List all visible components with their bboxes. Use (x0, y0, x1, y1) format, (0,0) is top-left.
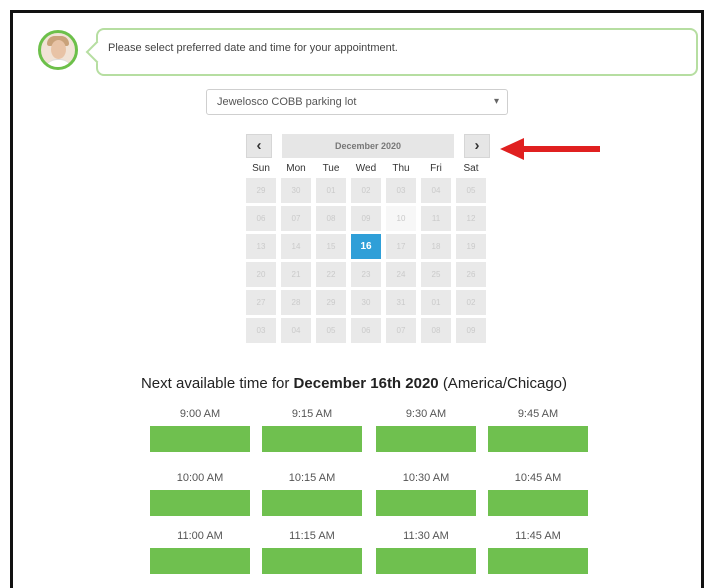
time-slot-label: 9:00 AM (179, 408, 221, 420)
calendar-day[interactable]: 01 (316, 178, 346, 203)
calendar-day[interactable]: 22 (316, 262, 346, 287)
calendar-grid: 29 30 01 02 03 04 05 06 07 08 09 10 11 12 13 14 15 16 17 18… (246, 178, 490, 346)
calendar-day[interactable]: 07 (386, 318, 416, 343)
calendar-day[interactable]: 29 (316, 290, 346, 315)
time-slot-label: 11:45 AM (515, 530, 561, 542)
calendar-day[interactable]: 27 (246, 290, 276, 315)
calendar-day[interactable]: 05 (316, 318, 346, 343)
calendar-day[interactable]: 21 (281, 262, 311, 287)
calendar-day[interactable]: 15 (316, 234, 346, 259)
message-text: Please select preferred date and time fo… (108, 42, 398, 54)
calendar-day[interactable]: 30 (351, 290, 381, 315)
calendar-day[interactable]: 11 (421, 206, 451, 231)
location-select-value: Jewelosco COBB parking lot (217, 96, 357, 108)
calendar-day[interactable]: 06 (351, 318, 381, 343)
calendar-day[interactable]: 12 (456, 206, 486, 231)
calendar-day[interactable]: 05 (456, 178, 486, 203)
time-slot-button[interactable] (150, 490, 250, 516)
time-slot-label: 9:30 AM (405, 408, 447, 420)
calendar-day-selected[interactable]: 16 (351, 234, 381, 259)
calendar-day[interactable]: 28 (281, 290, 311, 315)
time-slot-label: 10:15 AM (288, 472, 336, 484)
red-arrow-annotation (500, 138, 600, 160)
time-slot-button[interactable] (488, 490, 588, 516)
availability-timezone: (America/Chicago) (442, 375, 568, 392)
time-slot-label: 10:30 AM (402, 472, 450, 484)
message-bubble: Please select preferred date and time fo… (96, 28, 698, 76)
availability-date: December 16th 2020 (293, 375, 439, 392)
calendar-day[interactable]: 07 (281, 206, 311, 231)
calendar-day[interactable]: 30 (281, 178, 311, 203)
calendar-day[interactable]: 29 (246, 178, 276, 203)
weekday-label: Sun (252, 163, 270, 174)
weekday-label: Mon (286, 163, 306, 174)
weekday-label: Wed (355, 163, 377, 174)
calendar-prev-button[interactable]: ‹ (246, 134, 272, 158)
calendar-day[interactable]: 02 (351, 178, 381, 203)
time-slot-button[interactable] (376, 548, 476, 574)
time-slot-label: 11:00 AM (177, 530, 223, 542)
calendar-day[interactable]: 23 (351, 262, 381, 287)
weekday-label: Thu (392, 163, 410, 174)
calendar-day[interactable]: 04 (421, 178, 451, 203)
time-slot-label: 11:15 AM (289, 530, 335, 542)
calendar-day[interactable]: 13 (246, 234, 276, 259)
time-slot-label: 9:15 AM (291, 408, 333, 420)
time-slot-button[interactable] (488, 426, 588, 452)
weekday-label: Tue (322, 163, 340, 174)
calendar-day[interactable]: 19 (456, 234, 486, 259)
time-slot-label: 10:45 AM (514, 472, 562, 484)
time-slot-button[interactable] (150, 426, 250, 452)
calendar-day[interactable]: 03 (386, 178, 416, 203)
calendar-day[interactable]: 24 (386, 262, 416, 287)
calendar-day[interactable]: 18 (421, 234, 451, 259)
time-slot-label: 9:45 AM (517, 408, 559, 420)
chevron-down-icon: ▾ (493, 96, 499, 107)
time-slot-button[interactable] (488, 548, 588, 574)
calendar-day[interactable]: 01 (421, 290, 451, 315)
calendar-day[interactable]: 03 (246, 318, 276, 343)
location-select[interactable]: Jewelosco COBB parking lot ▾ (206, 89, 508, 115)
calendar-day[interactable]: 08 (316, 206, 346, 231)
time-slot-button[interactable] (376, 426, 476, 452)
time-slot-button[interactable] (376, 490, 476, 516)
calendar-day[interactable]: 06 (246, 206, 276, 231)
calendar-day[interactable]: 09 (351, 206, 381, 231)
calendar-day[interactable]: 09 (456, 318, 486, 343)
weekday-label: Sat (463, 163, 479, 174)
time-slot-label: 10:00 AM (176, 472, 224, 484)
calendar-day[interactable]: 14 (281, 234, 311, 259)
calendar-day[interactable]: 25 (421, 262, 451, 287)
calendar-day[interactable]: 04 (281, 318, 311, 343)
availability-prefix: Next available time for (140, 375, 294, 392)
availability-heading: Next available time for December 16th 20… (0, 375, 708, 392)
agent-avatar (38, 30, 78, 70)
time-slot-button[interactable] (262, 548, 362, 574)
calendar-day[interactable]: 02 (456, 290, 486, 315)
calendar-next-button[interactable]: › (464, 134, 490, 158)
calendar-day[interactable]: 17 (386, 234, 416, 259)
calendar-day[interactable]: 08 (421, 318, 451, 343)
time-slot-button[interactable] (262, 490, 362, 516)
calendar-month-label: December 2020 (282, 134, 454, 158)
time-slot-button[interactable] (150, 548, 250, 574)
calendar-day[interactable]: 10 (386, 206, 416, 231)
calendar-day[interactable]: 20 (246, 262, 276, 287)
time-slot-button[interactable] (262, 426, 362, 452)
time-slot-label: 11:30 AM (403, 530, 449, 542)
calendar-day[interactable]: 31 (386, 290, 416, 315)
weekday-label: Fri (430, 163, 442, 174)
calendar-day[interactable]: 26 (456, 262, 486, 287)
